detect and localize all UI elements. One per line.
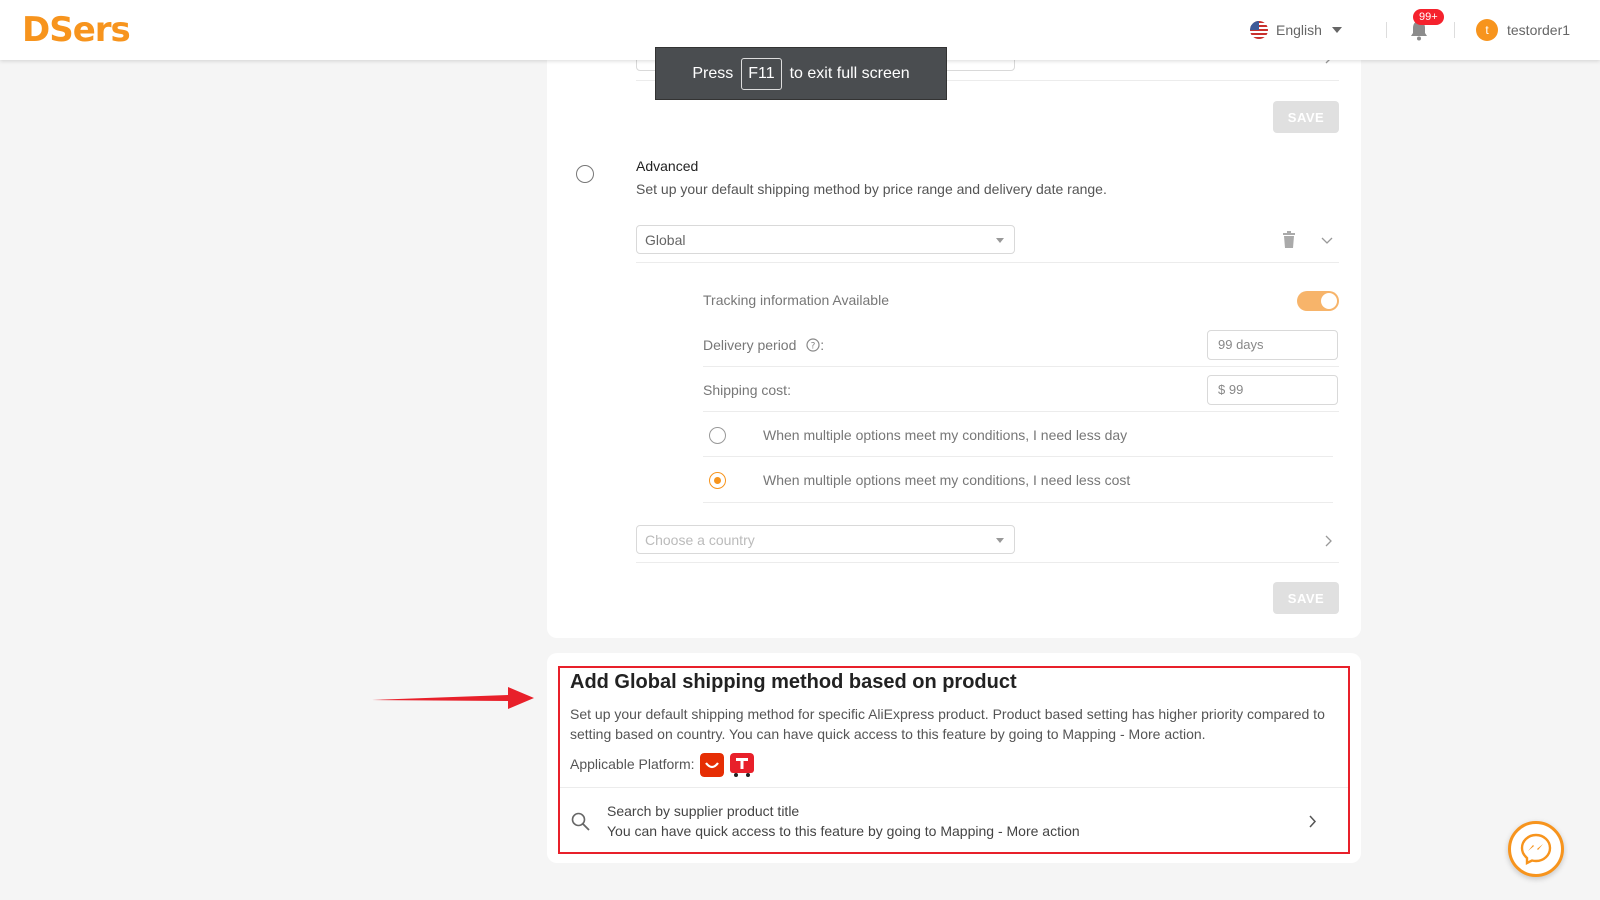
less-cost-option-label: When multiple options meet my conditions…	[763, 472, 1131, 488]
caret-down-icon	[996, 238, 1004, 243]
divider	[1386, 22, 1387, 38]
fullscreen-notice-suffix: to exit full screen	[789, 64, 910, 82]
advanced-country-value: Global	[645, 232, 686, 248]
temu-icon	[730, 753, 754, 777]
product-section-description: Set up your default shipping method for …	[570, 706, 1325, 742]
chevron-right-icon	[1309, 815, 1317, 828]
advanced-radio[interactable]	[576, 165, 594, 183]
shipping-cost-input[interactable]: $ 99	[1207, 375, 1338, 405]
tracking-toggle[interactable]	[1297, 291, 1339, 311]
less-cost-radio[interactable]	[709, 472, 726, 489]
tracking-label: Tracking information Available	[703, 292, 889, 308]
divider	[560, 787, 1348, 788]
advanced-country-select[interactable]: Global	[636, 225, 1015, 254]
language-label: English	[1276, 22, 1322, 38]
us-flag-icon	[1250, 21, 1268, 39]
divider	[1454, 22, 1455, 38]
messenger-chat-button[interactable]	[1508, 821, 1564, 877]
chevron-down-icon	[1331, 27, 1342, 33]
less-day-radio[interactable]	[709, 427, 726, 444]
platform-label: Applicable Platform:	[570, 756, 695, 772]
notification-badge: 99+	[1413, 9, 1444, 25]
basic-save-button[interactable]: SAVE	[1273, 101, 1339, 133]
divider	[636, 262, 1339, 263]
search-row-title: Search by supplier product title	[607, 803, 800, 819]
shipping-cost-label: Shipping cost:	[703, 382, 791, 398]
trash-icon[interactable]	[1282, 231, 1296, 248]
divider	[636, 562, 1339, 563]
delivery-period-input[interactable]: 99 days	[1207, 330, 1338, 360]
caret-down-icon	[996, 538, 1004, 543]
language-selector[interactable]: English	[1250, 20, 1342, 40]
advanced-title: Advanced	[636, 158, 699, 174]
advanced-save-button[interactable]: SAVE	[1273, 582, 1339, 614]
divider	[703, 366, 1339, 367]
aliexpress-icon	[700, 753, 724, 777]
fullscreen-notice: Press F11 to exit full screen	[655, 47, 947, 100]
chevron-down-icon[interactable]	[1321, 235, 1333, 245]
dsers-logo[interactable]: DSers	[22, 10, 131, 50]
svg-text:?: ?	[811, 342, 816, 352]
fullscreen-key: F11	[741, 57, 782, 90]
divider	[703, 502, 1333, 503]
red-arrow-icon	[372, 687, 534, 709]
choose-country-placeholder: Choose a country	[645, 532, 755, 548]
divider	[703, 456, 1333, 457]
delivery-period-label: Delivery period ?:	[703, 337, 825, 353]
help-icon[interactable]: ?	[806, 338, 820, 352]
search-row-subtitle: You can have quick access to this featur…	[607, 823, 1080, 839]
chevron-right-icon[interactable]	[1323, 535, 1333, 547]
advanced-description: Set up your default shipping method by p…	[636, 181, 1107, 197]
avatar: t	[1476, 19, 1498, 41]
divider	[703, 411, 1339, 412]
product-section-title: Add Global shipping method based on prod…	[570, 671, 1017, 693]
choose-country-select[interactable]: Choose a country	[636, 525, 1015, 554]
less-day-option-label: When multiple options meet my conditions…	[763, 427, 1128, 443]
username: testorder1	[1507, 22, 1571, 38]
fullscreen-notice-prefix: Press	[692, 64, 734, 82]
messenger-icon	[1520, 833, 1552, 865]
search-icon	[571, 812, 590, 831]
user-menu[interactable]: t testorder1	[1476, 19, 1570, 41]
